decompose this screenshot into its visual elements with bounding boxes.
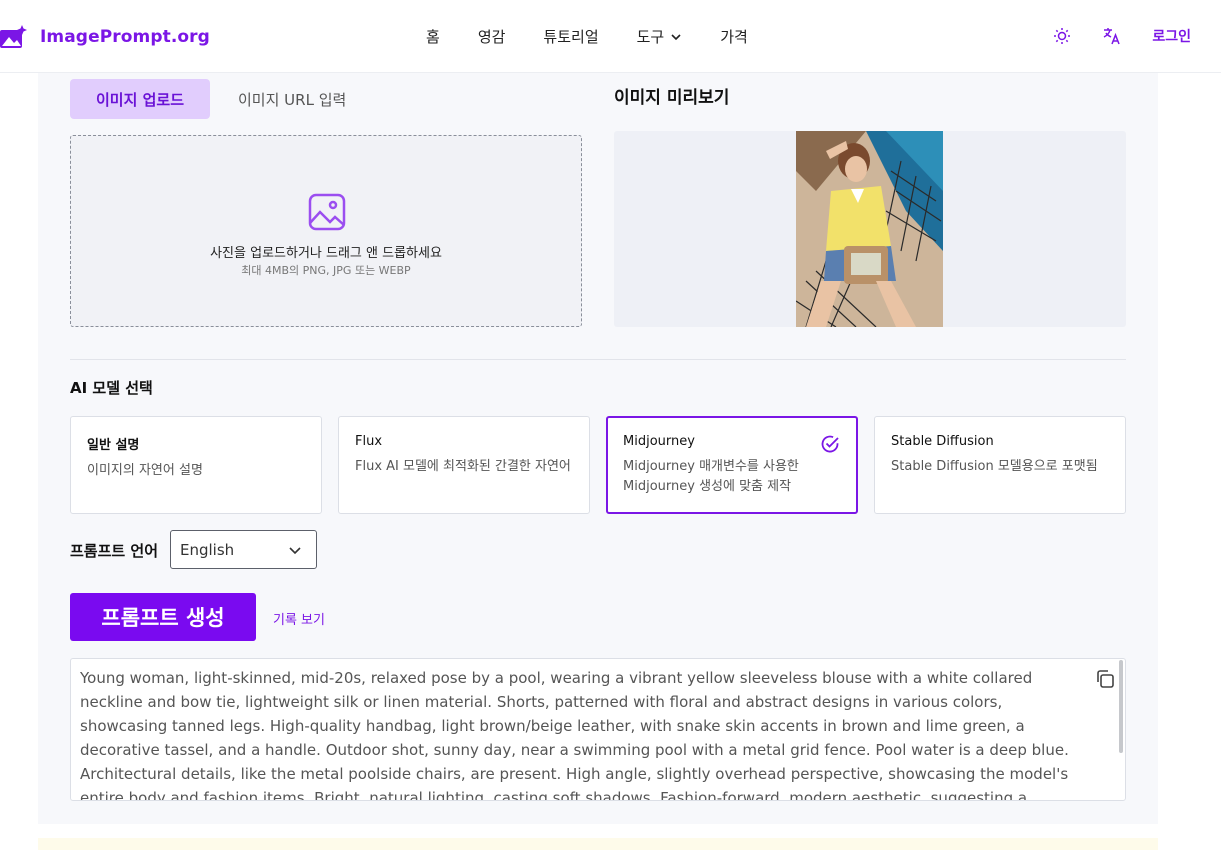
dropzone-file-hint: 최대 4MB의 PNG, JPG 또는 WEBP bbox=[241, 264, 411, 277]
check-circle-icon bbox=[821, 435, 839, 453]
dropzone-instruction: 사진을 업로드하거나 드래그 앤 드롭하세요 bbox=[210, 246, 442, 261]
model-section-title: AI 모델 선택 bbox=[70, 379, 153, 397]
model-card-title: 일반 설명 bbox=[87, 438, 140, 453]
model-card-title: Flux bbox=[355, 434, 383, 449]
output-scrollbar[interactable] bbox=[1119, 660, 1123, 753]
nav-pricing[interactable]: 가격 bbox=[720, 26, 748, 47]
login-link[interactable]: 로그인 bbox=[1152, 26, 1191, 46]
model-cards: 일반 설명 이미지의 자연어 설명 Flux Flux AI 모델에 최적화된 … bbox=[70, 416, 1126, 514]
prompt-generator-panel: 이미지 업로드 이미지 URL 입력 이미지 미리보기 사진을 업로드하거나 드… bbox=[38, 73, 1158, 824]
model-card-stable-diffusion[interactable]: Stable Diffusion Stable Diffusion 모델용으로 … bbox=[874, 416, 1126, 514]
model-card-description: Flux AI 모델에 최적화된 간결한 자연어 bbox=[355, 459, 571, 474]
model-card-midjourney[interactable]: Midjourney Midjourney 매개변수를 사용한 Midjourn… bbox=[606, 416, 858, 514]
main-nav: 홈 영감 튜토리얼 도구 가격 bbox=[426, 26, 786, 47]
nav-home-label: 홈 bbox=[426, 28, 440, 46]
prompt-language-label: 프롬프트 언어 bbox=[70, 542, 159, 560]
section-divider bbox=[70, 359, 1126, 360]
nav-home[interactable]: 홈 bbox=[426, 26, 440, 47]
prompt-language-value: English bbox=[180, 541, 235, 559]
notice-strip bbox=[38, 838, 1158, 850]
translate-icon bbox=[1104, 28, 1121, 45]
model-card-description: Midjourney 매개변수를 사용한 Midjourney 생성에 맞춤 제… bbox=[623, 459, 799, 494]
sun-icon bbox=[1054, 28, 1071, 44]
nav-tutorial-label: 튜토리얼 bbox=[543, 28, 599, 46]
tab-image-upload[interactable]: 이미지 업로드 bbox=[70, 79, 210, 119]
nav-tutorial[interactable]: 튜토리얼 bbox=[543, 26, 598, 47]
copy-icon[interactable] bbox=[1094, 668, 1116, 690]
nav-inspiration[interactable]: 영감 bbox=[478, 26, 506, 47]
chevron-down-icon bbox=[289, 547, 301, 555]
prompt-output-text: Young woman, light-skinned, mid-20s, rel… bbox=[80, 669, 1069, 801]
model-card-description: Stable Diffusion 모델용으로 포맷됨 bbox=[891, 459, 1098, 474]
tab-image-url[interactable]: 이미지 URL 입력 bbox=[238, 89, 346, 110]
theme-toggle-button[interactable] bbox=[1052, 26, 1072, 46]
view-history-link[interactable]: 기록 보기 bbox=[273, 609, 325, 628]
image-sparkle-icon bbox=[0, 25, 27, 48]
upload-dropzone[interactable]: 사진을 업로드하거나 드래그 앤 드롭하세요 최대 4MB의 PNG, JPG … bbox=[70, 135, 582, 327]
nav-inspiration-label: 영감 bbox=[477, 28, 506, 46]
language-switch-button[interactable] bbox=[1102, 26, 1122, 46]
image-upload-icon bbox=[308, 193, 346, 231]
model-card-flux[interactable]: Flux Flux AI 모델에 최적화된 간결한 자연어 bbox=[338, 416, 590, 514]
nav-tools[interactable]: 도구 bbox=[637, 26, 683, 47]
model-card-title: Midjourney bbox=[623, 434, 695, 449]
brand-name: ImagePrompt.org bbox=[40, 27, 210, 47]
prompt-output[interactable]: Young woman, light-skinned, mid-20s, rel… bbox=[70, 658, 1126, 801]
model-card-description: 이미지의 자연어 설명 bbox=[87, 463, 203, 478]
nav-tools-label: 도구 bbox=[636, 28, 665, 46]
prompt-language-select[interactable]: English bbox=[170, 530, 317, 569]
top-navigation-bar: ImagePrompt.org 홈 영감 튜토리얼 도구 가격 로그인 bbox=[0, 0, 1221, 73]
chevron-down-icon bbox=[671, 33, 681, 40]
preview-photo bbox=[796, 131, 943, 327]
header-actions: 로그인 bbox=[1052, 26, 1191, 46]
generate-prompt-button[interactable]: 프롬프트 생성 bbox=[70, 593, 256, 641]
nav-pricing-label: 가격 bbox=[720, 28, 748, 46]
preview-title: 이미지 미리보기 bbox=[614, 88, 730, 108]
image-preview bbox=[614, 131, 1126, 327]
brand-logo[interactable]: ImagePrompt.org bbox=[0, 24, 210, 50]
model-card-general[interactable]: 일반 설명 이미지의 자연어 설명 bbox=[70, 416, 322, 514]
model-card-title: Stable Diffusion bbox=[891, 434, 994, 449]
